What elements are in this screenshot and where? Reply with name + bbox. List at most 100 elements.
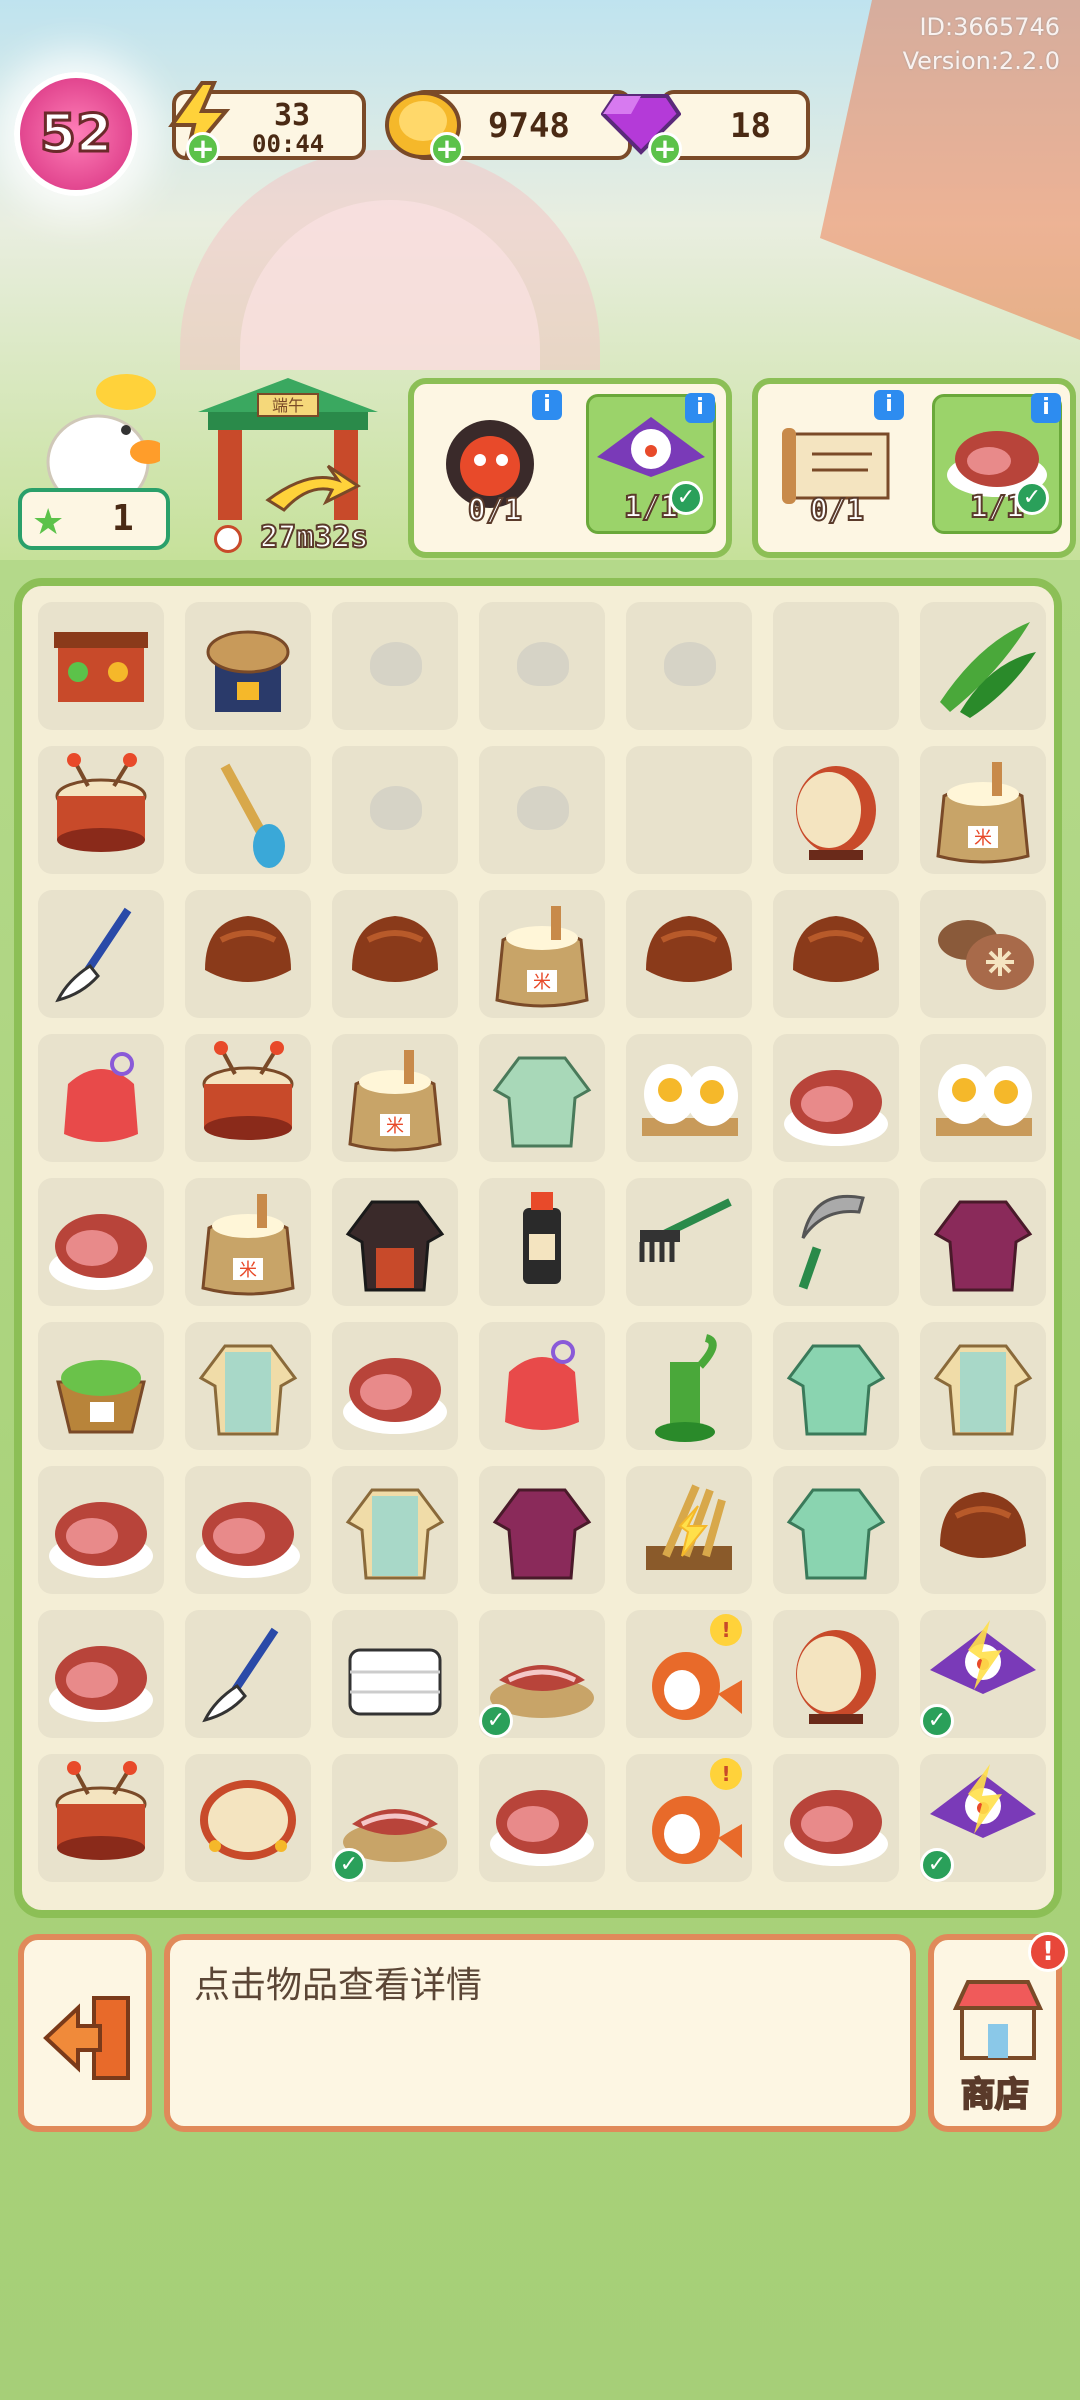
rice-sack-icon[interactable]: 米 — [185, 1178, 311, 1306]
board-cell[interactable]: 米 — [920, 746, 1046, 874]
board-cell[interactable] — [38, 746, 164, 874]
board-cell[interactable] — [479, 1178, 605, 1306]
board-cell[interactable] — [920, 602, 1046, 730]
order-slot-spirit-mask[interactable]: i 0/1 — [430, 390, 562, 534]
coin-add-button[interactable]: + — [430, 132, 464, 166]
board-cell[interactable]: ✓ — [920, 1754, 1046, 1882]
board-cell[interactable]: ✓ — [479, 1610, 605, 1738]
board-cell[interactable]: ! — [626, 1610, 752, 1738]
board-cell[interactable] — [920, 1322, 1046, 1450]
drum-icon[interactable] — [38, 1754, 164, 1882]
koi-icon[interactable]: ! — [626, 1610, 752, 1738]
leaves-icon[interactable] — [920, 602, 1046, 730]
tambourine-icon[interactable] — [185, 1754, 311, 1882]
rake-icon[interactable] — [626, 1178, 752, 1306]
board-cell[interactable] — [773, 1754, 899, 1882]
order-slot-bird-kite[interactable]: i 1/1 ✓ — [586, 393, 716, 534]
robe-beige-icon[interactable] — [185, 1322, 311, 1450]
ham-icon[interactable] — [332, 1322, 458, 1450]
board-cell[interactable] — [773, 1034, 899, 1162]
sachet-icon[interactable] — [479, 1322, 605, 1450]
robe-purple-icon[interactable] — [479, 1466, 605, 1594]
robe-purple-icon[interactable] — [920, 1178, 1046, 1306]
ham-icon[interactable] — [185, 1466, 311, 1594]
board-cell[interactable]: ✓ — [332, 1754, 458, 1882]
locked-cell[interactable] — [479, 746, 605, 874]
board-cell[interactable] — [38, 1754, 164, 1882]
board-cell[interactable] — [773, 1610, 899, 1738]
board-cell[interactable] — [38, 1178, 164, 1306]
robe-black-icon[interactable] — [332, 1178, 458, 1306]
ham-icon[interactable] — [38, 1610, 164, 1738]
board-cell[interactable]: 米 — [332, 1034, 458, 1162]
paddle-icon[interactable] — [185, 746, 311, 874]
board-cell[interactable] — [185, 1466, 311, 1594]
board-cell[interactable] — [773, 1466, 899, 1594]
level-badge[interactable]: 52 — [14, 72, 138, 196]
locked-cell[interactable] — [332, 746, 458, 874]
board-cell[interactable] — [38, 1322, 164, 1450]
board-cell[interactable] — [626, 1034, 752, 1162]
eggs-icon[interactable] — [626, 1034, 752, 1162]
board-cell[interactable]: ! — [626, 1754, 752, 1882]
rice-sack-icon[interactable]: 米 — [479, 890, 605, 1018]
board-cell[interactable] — [773, 746, 899, 874]
drum-big-icon[interactable] — [773, 746, 899, 874]
board-cell[interactable] — [626, 890, 752, 1018]
info-icon[interactable]: i — [874, 390, 904, 420]
board-cell[interactable] — [38, 890, 164, 1018]
board-cell[interactable] — [38, 1610, 164, 1738]
board-cell[interactable] — [185, 746, 311, 874]
board-cell[interactable] — [626, 1466, 752, 1594]
sickle-icon[interactable] — [773, 1178, 899, 1306]
board-cell[interactable] — [332, 1466, 458, 1594]
robe-mint-icon[interactable] — [773, 1466, 899, 1594]
ham-icon[interactable] — [38, 1178, 164, 1306]
board-cell[interactable] — [332, 890, 458, 1018]
stall-icon[interactable] — [38, 602, 164, 730]
stove-icon[interactable] — [185, 602, 311, 730]
board-cell[interactable] — [332, 1178, 458, 1306]
chestnut-icon[interactable] — [920, 1466, 1046, 1594]
eggs-icon[interactable] — [920, 1034, 1046, 1162]
board-cell[interactable] — [920, 1178, 1046, 1306]
drum-icon[interactable] — [38, 746, 164, 874]
chestnut-icon[interactable] — [626, 890, 752, 1018]
ham-icon[interactable] — [38, 1466, 164, 1594]
board-cell[interactable]: ✓ — [920, 1610, 1046, 1738]
board-cell[interactable] — [38, 1034, 164, 1162]
board-cell[interactable] — [920, 890, 1046, 1018]
board-cell[interactable] — [773, 1322, 899, 1450]
board-cell[interactable] — [920, 1034, 1046, 1162]
gem-counter[interactable]: 18 — [660, 90, 810, 160]
board-cell[interactable] — [773, 890, 899, 1018]
order-slot-ham[interactable]: i 1/1 ✓ — [932, 393, 1062, 534]
ink-icon[interactable] — [479, 1178, 605, 1306]
gem-add-button[interactable]: + — [648, 132, 682, 166]
board-cell[interactable] — [185, 602, 311, 730]
board-cell[interactable] — [479, 1466, 605, 1594]
mushroom-icon[interactable] — [920, 890, 1046, 1018]
order-panel-1[interactable]: i 0/1 i 1/1 ✓ — [408, 378, 732, 558]
locked-cell[interactable] — [626, 602, 752, 730]
board-cell[interactable] — [479, 1034, 605, 1162]
order-slot-scroll[interactable]: i 0/1 — [772, 390, 904, 534]
zongzi-basket-icon[interactable] — [38, 1322, 164, 1450]
info-icon[interactable]: i — [532, 390, 562, 420]
chestnut-icon[interactable] — [332, 890, 458, 1018]
star-counter[interactable]: ★ 1 — [18, 488, 170, 550]
locked-cell[interactable] — [479, 602, 605, 730]
grinder-icon[interactable] — [626, 1322, 752, 1450]
board-cell[interactable] — [626, 1178, 752, 1306]
drum-icon[interactable] — [185, 1034, 311, 1162]
board-cell[interactable] — [185, 1034, 311, 1162]
empty-cell[interactable] — [626, 746, 752, 874]
ham-icon[interactable] — [773, 1754, 899, 1882]
shop-button[interactable]: 商店 ! — [928, 1932, 1068, 2132]
board-cell[interactable] — [38, 602, 164, 730]
robe-beige-icon[interactable] — [920, 1322, 1046, 1450]
robe-beige-icon[interactable] — [332, 1466, 458, 1594]
energy-add-button[interactable]: + — [186, 132, 220, 166]
board-cell[interactable] — [185, 1610, 311, 1738]
board-cell[interactable] — [479, 1754, 605, 1882]
